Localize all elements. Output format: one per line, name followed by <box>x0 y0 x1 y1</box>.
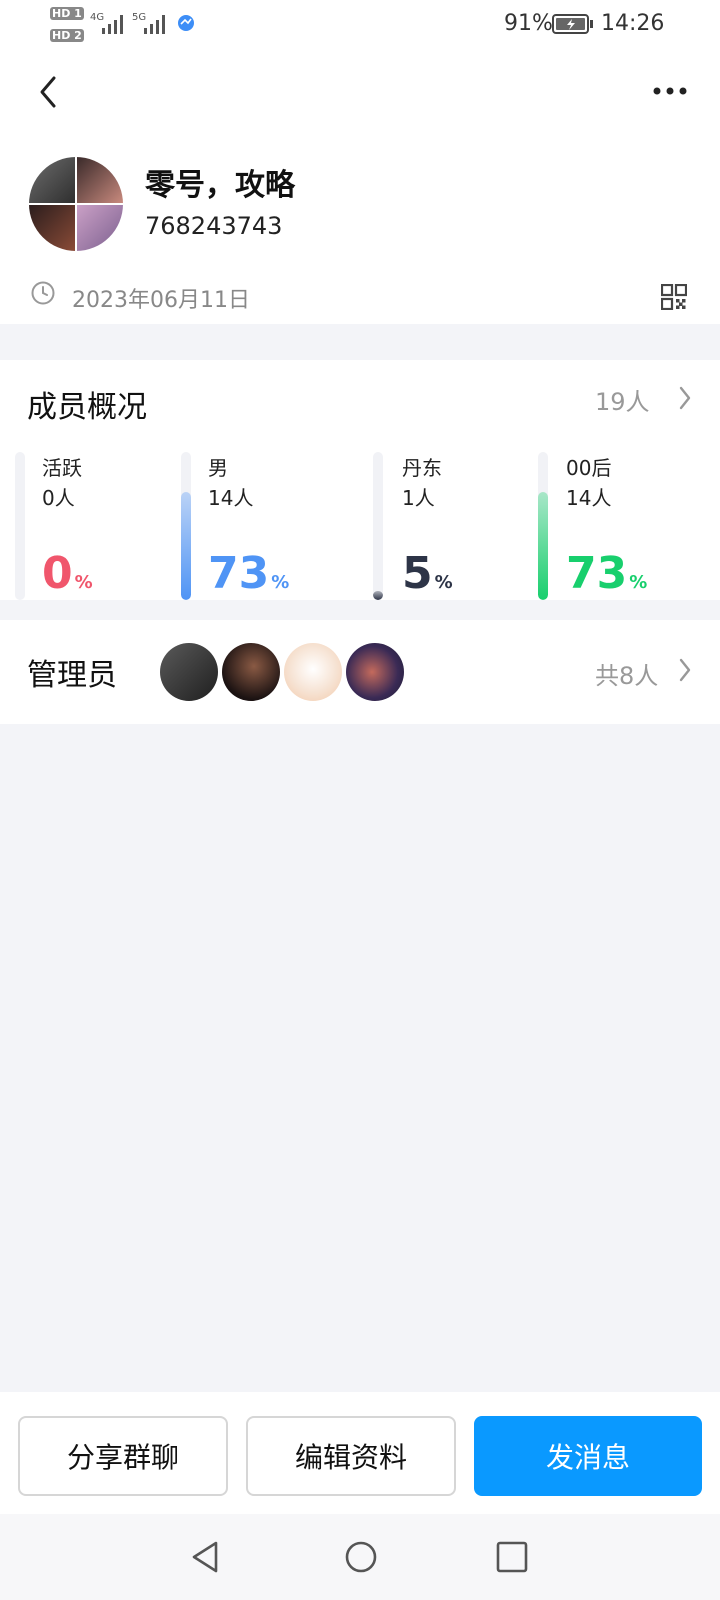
sim1-badge: HD 1 <box>50 7 84 20</box>
members-overview-card[interactable]: 成员概况 19人 活跃 0人 0% 男 14人 73% 丹东 1人 5% 00后… <box>0 360 720 600</box>
system-nav-bar <box>0 1514 720 1600</box>
chevron-right-icon <box>679 658 691 682</box>
nav-recents-icon[interactable] <box>496 1541 528 1573</box>
more-icon[interactable] <box>652 85 688 97</box>
admins-count: 共8人 <box>595 662 659 690</box>
stat-bar <box>373 452 383 600</box>
group-id: 768243743 <box>145 212 283 240</box>
stat-label: 00后 <box>566 456 612 480</box>
battery-percent: 91% <box>504 11 553 36</box>
signal1-icon <box>102 15 123 34</box>
created-date: 2023年06月11日 <box>72 288 250 313</box>
stat-percent: 73% <box>208 548 290 599</box>
stat-percent: 73% <box>566 548 648 599</box>
group-avatar[interactable] <box>29 157 123 251</box>
clock: 14:26 <box>601 11 665 36</box>
stat-bar <box>538 452 548 600</box>
admin-avatar[interactable] <box>346 643 404 701</box>
stat-count: 1人 <box>402 486 435 510</box>
stat-count: 14人 <box>208 486 254 510</box>
stat-count: 14人 <box>566 486 612 510</box>
stat-label: 丹东 <box>402 456 442 480</box>
stat-bar-fill <box>373 591 383 600</box>
clock-icon <box>31 281 55 305</box>
stat-label: 男 <box>208 456 228 480</box>
stat-percent: 0% <box>42 548 93 599</box>
signal2-icon <box>144 15 165 34</box>
admin-avatar[interactable] <box>160 643 218 701</box>
stat-percent: 5% <box>402 548 453 599</box>
group-name: 零号，攻略 <box>145 168 295 203</box>
share-group-button[interactable]: 分享群聊 <box>18 1416 228 1496</box>
members-count: 19人 <box>595 388 650 416</box>
nav-home-icon[interactable] <box>344 1540 378 1574</box>
stat-bar <box>181 452 191 600</box>
battery-icon <box>552 14 593 34</box>
vpn-icon <box>178 15 194 31</box>
stat-bar-fill <box>538 491 548 600</box>
members-title: 成员概况 <box>27 390 147 425</box>
action-bar: 分享群聊 编辑资料 发消息 <box>0 1392 720 1514</box>
send-message-button[interactable]: 发消息 <box>474 1416 702 1496</box>
admins-title: 管理员 <box>27 658 117 693</box>
sim2-badge: HD 2 <box>50 29 84 42</box>
stat-bar <box>15 452 25 600</box>
admin-avatar[interactable] <box>284 643 342 701</box>
admins-card[interactable]: 管理员 共8人 <box>0 620 720 724</box>
status-bar: HD 1 HD 2 4G 5G 91% 14:26 <box>0 0 720 52</box>
back-icon[interactable] <box>34 74 64 110</box>
stat-count: 0人 <box>42 486 75 510</box>
edit-profile-button[interactable]: 编辑资料 <box>246 1416 456 1496</box>
stat-label: 活跃 <box>42 456 82 480</box>
qr-code-icon[interactable] <box>661 284 687 310</box>
stat-bar-fill <box>181 491 191 600</box>
chevron-right-icon <box>679 386 691 410</box>
admin-avatar[interactable] <box>222 643 280 701</box>
nav-back-icon[interactable] <box>190 1540 220 1574</box>
